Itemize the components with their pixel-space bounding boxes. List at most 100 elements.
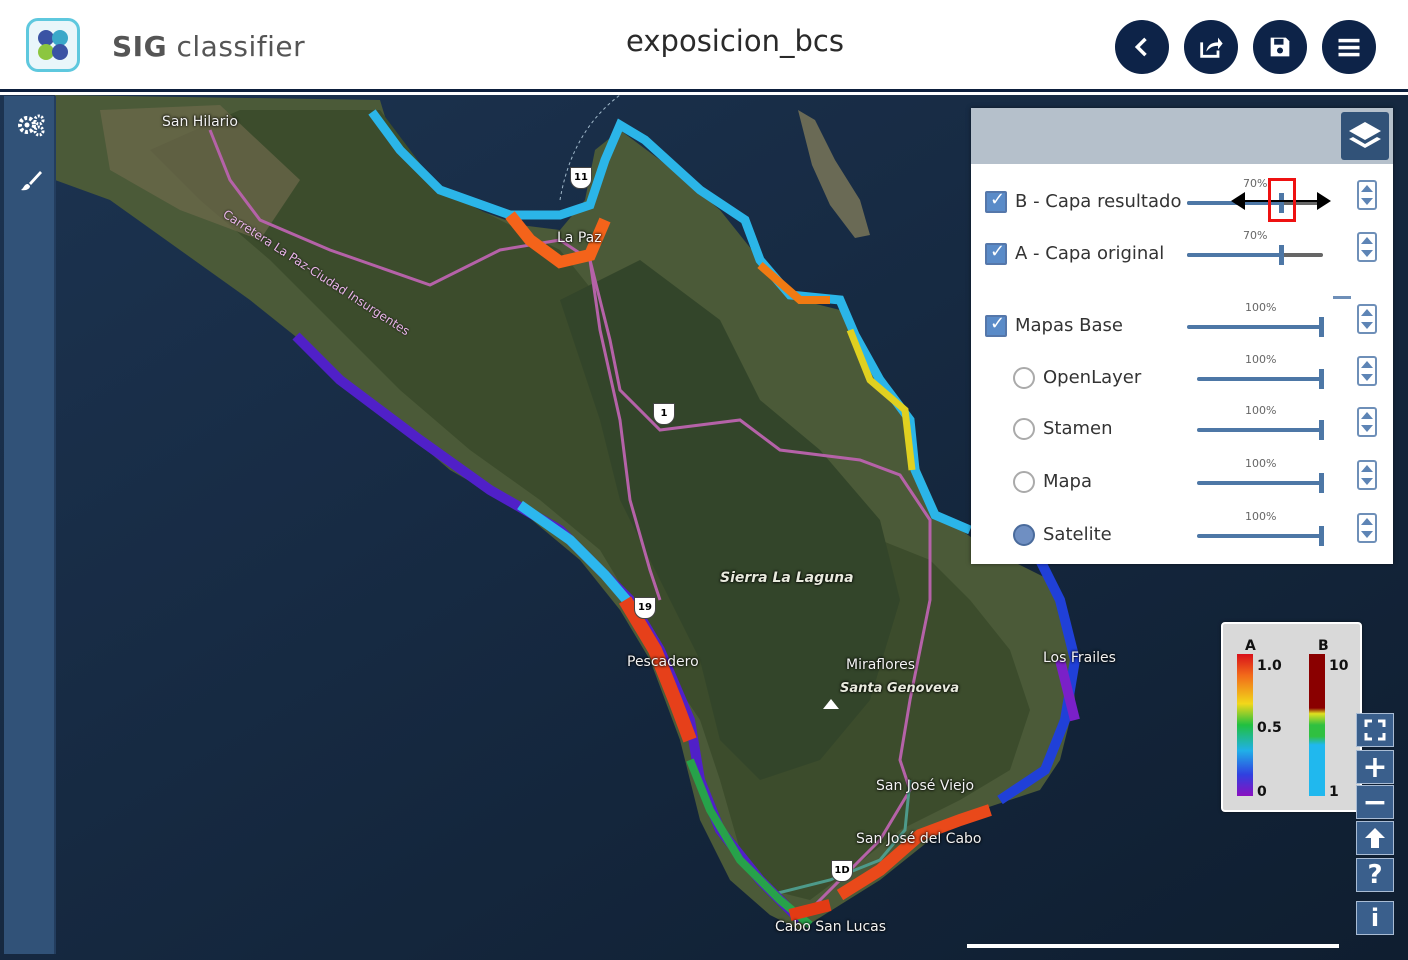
basemap-stamen-opacity-handle[interactable]: [1319, 420, 1324, 440]
basemap-mapa-radio[interactable]: [1013, 471, 1035, 493]
basemap-mapa-order-control[interactable]: [1357, 460, 1377, 490]
legend-b-min: 1: [1329, 784, 1339, 800]
save-button[interactable]: [1253, 20, 1307, 74]
basemap-openlayer-radio[interactable]: [1013, 367, 1035, 389]
basemap-satelite-order-control[interactable]: [1357, 513, 1377, 543]
place-label-cabo: Cabo San Lucas: [775, 919, 887, 935]
mapas-base-checkbox[interactable]: [985, 313, 1007, 337]
place-label-san-jose-viejo: San José Viejo: [876, 778, 975, 794]
zoom-out-button[interactable]: −: [1356, 785, 1394, 820]
mapas-base-label: Mapas Base: [1015, 315, 1123, 336]
share-button[interactable]: [1184, 20, 1238, 74]
app-name: SIG classifier: [112, 30, 306, 63]
basemap-satelite-opacity-value: 100%: [1245, 510, 1277, 523]
peak-icon: [823, 699, 839, 709]
layer-b-label: B - Capa resultado: [1015, 191, 1182, 212]
arrow-up-icon: [1365, 828, 1385, 848]
place-label-pescadero: Pescadero: [627, 654, 699, 670]
basemap-stamen-order-control[interactable]: [1357, 407, 1377, 437]
info-button[interactable]: i: [1356, 901, 1394, 935]
zoom-in-button[interactable]: +: [1356, 750, 1394, 785]
floppy-disk-icon: [1270, 37, 1290, 57]
style-button[interactable]: [16, 166, 46, 196]
legend-a-colorbar: [1237, 654, 1253, 796]
basemap-satelite-label: Satelite: [1043, 524, 1112, 545]
highway-shield: 1: [653, 403, 675, 425]
place-label-san-hilario: San Hilario: [162, 114, 238, 130]
map-legend: A 1.0 0.5 0 B 10 1: [1221, 622, 1362, 812]
layers-panel-header: [971, 108, 1393, 164]
highway-shield: 1D: [831, 860, 853, 882]
legend-a-max: 1.0: [1257, 658, 1282, 674]
help-button[interactable]: ?: [1356, 858, 1394, 892]
highway-shield: 11: [570, 167, 592, 189]
page-title: exposicion_bcs: [626, 24, 844, 58]
layers-icon: [1349, 122, 1381, 148]
highway-shield: 19: [634, 597, 656, 619]
basemap-openlayer-opacity-slider[interactable]: [1197, 377, 1323, 381]
place-label-san-jose-cabo: San José del Cabo: [856, 831, 982, 847]
layer-b-checkbox[interactable]: [985, 189, 1007, 213]
fullscreen-icon: [1364, 719, 1386, 741]
basemap-satelite-opacity-slider[interactable]: [1197, 534, 1323, 538]
app-logo: [26, 18, 80, 72]
layer-a-opacity-handle[interactable]: [1279, 245, 1284, 265]
basemap-mapa-opacity-handle[interactable]: [1319, 473, 1324, 493]
menu-button[interactable]: [1322, 20, 1376, 74]
share-icon: [1200, 37, 1223, 58]
basemap-mapa-opacity-slider[interactable]: [1197, 481, 1323, 485]
basemap-satelite-opacity-handle[interactable]: [1319, 526, 1324, 546]
back-button[interactable]: [1115, 20, 1169, 74]
place-label-miraflores: Miraflores: [846, 657, 916, 673]
basemap-stamen-radio[interactable]: [1013, 418, 1035, 440]
logo-icon: [38, 30, 68, 60]
layer-a-label: A - Capa original: [1015, 243, 1165, 264]
legend-a-min: 0: [1257, 784, 1267, 800]
left-toolbar: [4, 96, 56, 954]
basemap-row-stamen: Stamen 100%: [971, 404, 1393, 450]
basemap-openlayer-label: OpenLayer: [1043, 367, 1142, 388]
legend-a-mid: 0.5: [1257, 720, 1282, 736]
paintbrush-icon: [21, 171, 42, 191]
basemap-openlayer-order-control[interactable]: [1357, 356, 1377, 386]
legend-b-max: 10: [1329, 658, 1349, 674]
basemap-row-satelite: Satelite 100%: [971, 510, 1393, 556]
fullscreen-button[interactable]: [1356, 713, 1394, 747]
scale-line: [967, 944, 1339, 948]
basemap-openlayer-opacity-value: 100%: [1245, 353, 1277, 366]
place-label-santa-genoveva: Santa Genoveva: [840, 681, 960, 696]
layer-row-a: A - Capa original 70%: [971, 229, 1393, 275]
legend-b-title: B: [1318, 638, 1329, 654]
legend-b-colorbar: [1309, 654, 1325, 796]
app-header: SIG classifier exposicion_bcs: [0, 0, 1408, 92]
mapas-base-opacity-handle[interactable]: [1319, 317, 1324, 337]
basemap-openlayer-opacity-handle[interactable]: [1319, 369, 1324, 389]
settings-button[interactable]: [16, 110, 46, 140]
basemap-stamen-label: Stamen: [1043, 418, 1113, 439]
basemap-row-mapa: Mapa 100%: [971, 457, 1393, 503]
layer-a-checkbox[interactable]: [985, 241, 1007, 265]
chevron-left-icon: [1134, 37, 1147, 57]
layer-b-order-control[interactable]: [1357, 180, 1377, 210]
place-label-la-paz: La Paz: [557, 230, 602, 246]
group-collapse-handle[interactable]: [1333, 296, 1351, 299]
basemap-satelite-radio[interactable]: [1013, 524, 1035, 546]
gears-icon: [18, 114, 45, 137]
place-label-sierra: Sierra La Laguna: [720, 570, 854, 586]
legend-a-title: A: [1245, 638, 1256, 654]
hamburger-menu-icon: [1338, 38, 1360, 57]
basemap-mapa-label: Mapa: [1043, 471, 1093, 492]
mapas-base-opacity-slider[interactable]: [1187, 325, 1323, 329]
basemap-row-openlayer: OpenLayer 100%: [971, 353, 1393, 399]
layers-panel: B - Capa resultado 70% A - Capa original…: [971, 108, 1393, 564]
basemap-mapa-opacity-value: 100%: [1245, 457, 1277, 470]
layers-toggle-button[interactable]: [1341, 112, 1389, 160]
mapas-base-order-control[interactable]: [1357, 304, 1377, 334]
mapas-base-opacity-value: 100%: [1245, 301, 1277, 314]
layer-a-order-control[interactable]: [1357, 232, 1377, 262]
basemap-stamen-opacity-slider[interactable]: [1197, 428, 1323, 432]
north-button[interactable]: [1356, 821, 1394, 855]
basemap-stamen-opacity-value: 100%: [1245, 404, 1277, 417]
place-label-los-frailes: Los Frailes: [1043, 650, 1116, 666]
layer-row-mapas-base: Mapas Base 100%: [971, 301, 1393, 347]
